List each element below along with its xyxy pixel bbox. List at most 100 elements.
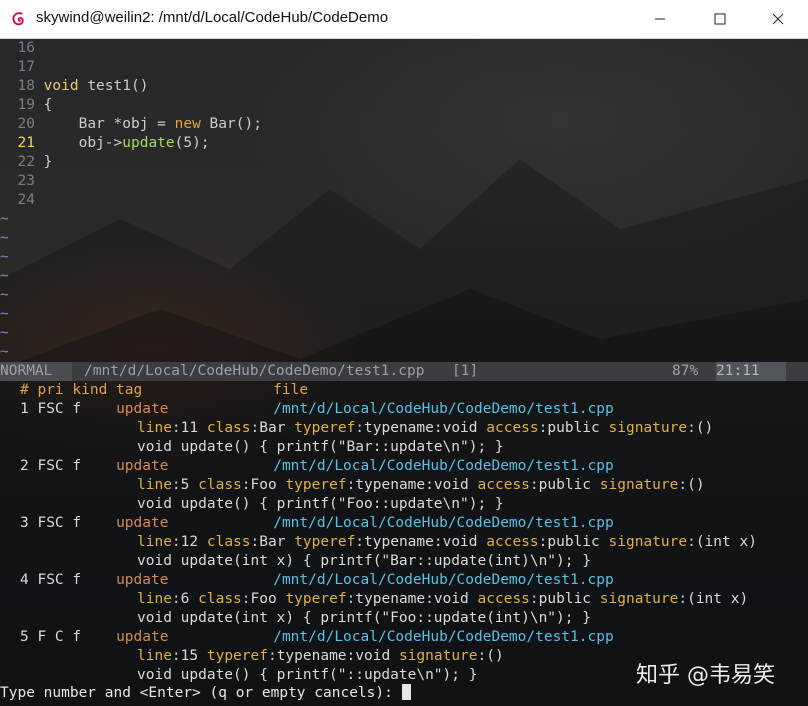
line-number: 19 (17, 97, 35, 113)
field-key: signature (599, 477, 679, 493)
maximize-icon (714, 13, 726, 25)
field-key: class (206, 534, 251, 550)
field-value: (int x) (687, 591, 749, 607)
buffer-number: [1] (452, 363, 479, 379)
code-text: Bar(); (200, 116, 262, 132)
field-value: Foo (250, 591, 277, 607)
code-text: Bar *obj = (43, 116, 175, 132)
status-file-path: /mnt/d/Local/CodeHub/CodeDemo/test1.cpp (84, 363, 425, 379)
result-fields: line:6 class:Foo typeref:typename:void a… (137, 591, 749, 607)
result-index: 4 (20, 572, 29, 588)
function-name: update (122, 135, 175, 151)
editor-line[interactable]: 21 obj->update(5); (0, 134, 209, 153)
field-value: () (486, 648, 504, 664)
line-number: 21 (17, 135, 35, 151)
result-item[interactable]: 5 F C f update /mnt/d/Local/CodeHub/Code… (20, 628, 614, 647)
empty-line-marker: ~ (0, 211, 9, 227)
field-key: class (198, 477, 242, 493)
field-value: public (538, 591, 592, 607)
field-value: 5 (180, 477, 190, 493)
result-item[interactable]: 4 FSC f update /mnt/d/Local/CodeHub/Code… (20, 571, 614, 590)
result-code: void update() { printf("Bar::update\n");… (137, 439, 504, 455)
maximize-button[interactable] (690, 0, 750, 38)
debian-swirl-icon (12, 12, 24, 26)
result-file: /mnt/d/Local/CodeHub/CodeDemo/test1.cpp (273, 401, 614, 417)
field-key: typeref (285, 591, 347, 607)
field-key: typeref (294, 534, 356, 550)
result-item[interactable]: 1 FSC f update /mnt/d/Local/CodeHub/Code… (20, 400, 614, 419)
field-value: Bar (259, 420, 286, 436)
field-key: signature (599, 591, 679, 607)
selection-prompt[interactable]: Type number and <Enter> (q or empty canc… (0, 684, 411, 703)
close-button[interactable] (748, 0, 808, 38)
line-number: 23 (17, 173, 35, 189)
result-fields: line:11 class:Bar typeref:typename:void … (137, 420, 714, 436)
field-key: typeref (285, 477, 347, 493)
result-fields: line:12 class:Bar typeref:typename:void … (137, 534, 757, 550)
result-kind: f (72, 515, 82, 531)
terminal-area[interactable]: 16 17 18 void test1() 19 { 20 Bar *obj =… (0, 39, 808, 706)
result-kind: f (72, 629, 82, 645)
editor-line[interactable]: 20 Bar *obj = new Bar(); (0, 115, 262, 134)
editor-line[interactable]: 24 (0, 191, 44, 210)
editor-line[interactable]: 16 (0, 39, 44, 58)
result-kind: f (72, 458, 82, 474)
result-index: 2 (20, 458, 29, 474)
editor-line[interactable]: 17 (0, 58, 44, 77)
cursor-position: 21:11 (716, 362, 786, 381)
result-item[interactable]: 2 FSC f update /mnt/d/Local/CodeHub/Code… (20, 457, 614, 476)
editor-line[interactable]: 18 void test1() (0, 77, 148, 96)
result-tag: update (116, 629, 169, 645)
field-value: typename:void (355, 477, 469, 493)
empty-line-marker: ~ (0, 287, 9, 303)
field-key: typeref (294, 420, 356, 436)
field-key: line (137, 420, 172, 436)
result-code: void update(int x) { printf("Bar::update… (137, 553, 591, 569)
result-code: void update() { printf("Foo::update\n");… (137, 496, 504, 512)
result-item[interactable]: 3 FSC f update /mnt/d/Local/CodeHub/Code… (20, 514, 614, 533)
editor-line[interactable]: 23 (0, 172, 44, 191)
field-value: typename:void (364, 534, 478, 550)
field-key: access (477, 591, 530, 607)
editor-line[interactable]: 19 { (0, 96, 52, 115)
text-cursor (401, 684, 411, 700)
minimize-icon (655, 18, 665, 20)
result-code: void update(int x) { printf("Foo::update… (137, 610, 591, 626)
result-file: /mnt/d/Local/CodeHub/CodeDemo/test1.cpp (273, 629, 614, 645)
field-value: 6 (180, 591, 190, 607)
field-key: signature (398, 648, 478, 664)
title-bar[interactable]: skywind@weilin2: /mnt/d/Local/CodeHub/Co… (0, 0, 808, 39)
code-text: } (43, 154, 53, 170)
field-key: typeref (206, 648, 268, 664)
result-code: void update() { printf("::update\n"); } (137, 667, 478, 683)
line-number: 16 (17, 40, 35, 56)
empty-line-marker: ~ (0, 306, 9, 322)
result-index: 3 (20, 515, 29, 531)
prompt-text: Type number and <Enter> (q or empty canc… (0, 685, 402, 701)
field-value: typename:void (276, 648, 391, 664)
vim-status-bar: NORMAL /mnt/d/Local/CodeHub/CodeDemo/tes… (0, 362, 808, 381)
results-header: # pri kind tag file (20, 382, 309, 398)
field-key: signature (608, 420, 688, 436)
result-priority: FSC (37, 458, 64, 474)
field-value: Bar (259, 534, 286, 550)
result-kind: f (72, 572, 82, 588)
line-number: 22 (17, 154, 35, 170)
empty-line-marker: ~ (0, 249, 9, 265)
field-value: typename:void (364, 420, 478, 436)
field-key: access (486, 420, 539, 436)
minimize-button[interactable] (630, 0, 690, 38)
field-key: line (137, 648, 172, 664)
field-value: Foo (250, 477, 277, 493)
result-priority: FSC (37, 515, 64, 531)
line-number: 20 (17, 116, 35, 132)
field-key: signature (608, 534, 688, 550)
keyword: void (43, 78, 79, 94)
result-tag: update (116, 458, 169, 474)
result-tag: update (116, 515, 169, 531)
field-value: (int x) (695, 534, 757, 550)
editor-line[interactable]: 22 } (0, 153, 52, 172)
mode-indicator: NORMAL (0, 362, 72, 381)
field-key: line (137, 591, 172, 607)
keyword: new (174, 116, 201, 132)
